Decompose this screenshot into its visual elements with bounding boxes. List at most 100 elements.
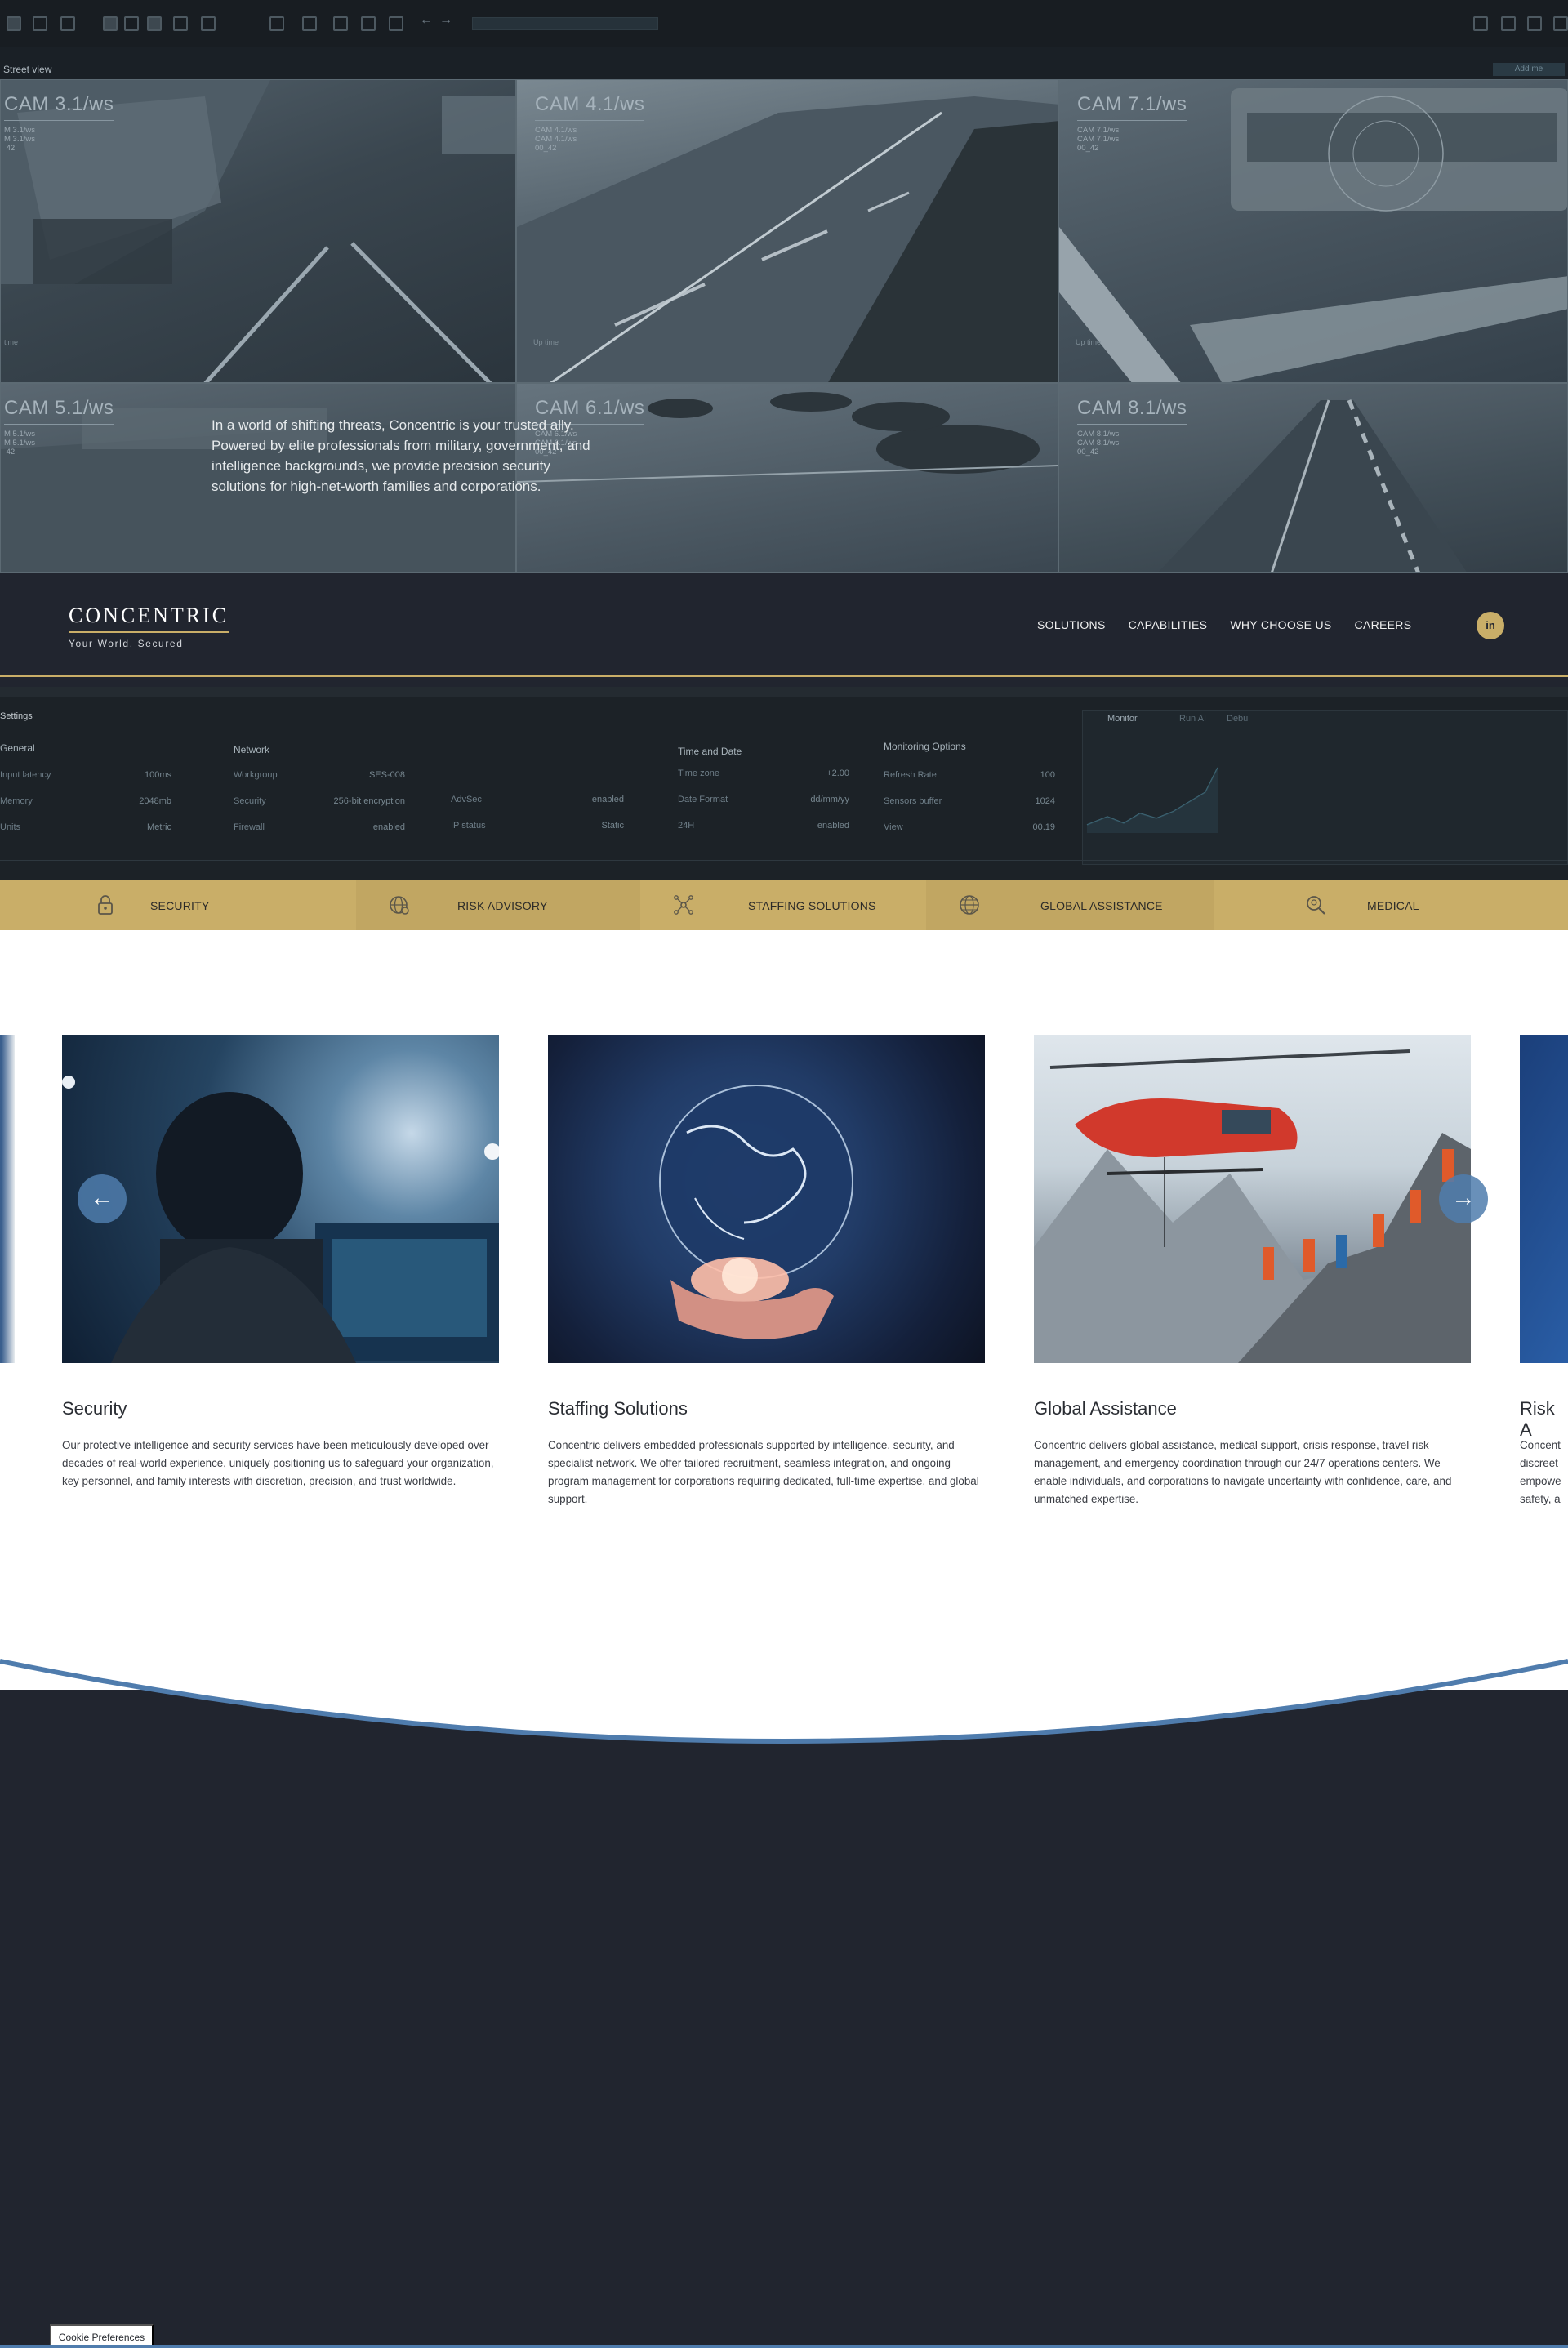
bottom-accent-line (0, 2345, 1568, 2348)
collapse-icon[interactable] (1553, 16, 1568, 31)
setting-value[interactable]: 256-bit encryption (310, 796, 405, 806)
camera-uptime: Up time (1076, 338, 1102, 346)
setting-value[interactable]: dd/mm/yy (760, 795, 849, 804)
setting-label: Workgroup (234, 770, 278, 780)
setting-value[interactable]: Metric (98, 822, 172, 832)
layout-icon[interactable] (60, 16, 75, 31)
setting-label: Date Format (678, 795, 728, 804)
camera-meta: CAM 4.1/ws CAM 4.1/ws 00_42 (535, 126, 577, 153)
camera-feed[interactable]: CAM 4.1/ws CAM 4.1/ws CAM 4.1/ws 00_42 U… (516, 79, 1058, 383)
nav-capabilities[interactable]: CAPABILITIES (1129, 618, 1208, 631)
carousel-next-button[interactable]: → (1439, 1174, 1488, 1223)
tab-global-assistance[interactable]: GLOBAL ASSISTANCE (926, 880, 1214, 930)
setting-value[interactable]: Static (539, 821, 624, 831)
tab-label: GLOBAL ASSISTANCE (1040, 899, 1163, 912)
setting-value[interactable]: enabled (539, 795, 624, 804)
upload-icon[interactable] (333, 16, 348, 31)
card-image[interactable] (1034, 1035, 1471, 1363)
operator-at-monitors-illustration (62, 1076, 499, 1363)
window-icon[interactable] (270, 16, 284, 31)
tab-security[interactable]: SECURITY (0, 880, 356, 930)
setting-label: Memory (0, 796, 33, 806)
services-carousel: or Security Our protective intelligence … (0, 930, 1568, 1690)
network-heading: Network (234, 744, 270, 755)
card-title[interactable]: Risk A (1520, 1398, 1568, 1441)
setting-label: Refresh Rate (884, 770, 937, 780)
export-icon[interactable] (1501, 16, 1516, 31)
globe-in-hand-illustration (659, 1085, 853, 1339)
tab-label: SECURITY (150, 899, 210, 912)
settings-label: Settings (0, 711, 33, 721)
cursor-icon[interactable] (201, 16, 216, 31)
disk-icon[interactable] (33, 16, 47, 31)
camera-toolbar: ← → (0, 0, 1568, 47)
timeline-bar[interactable] (472, 17, 658, 30)
tab-label: STAFFING SOLUTIONS (748, 899, 876, 912)
save-icon[interactable] (7, 16, 21, 31)
marker-icon[interactable] (389, 16, 403, 31)
setting-label: AdvSec (451, 795, 482, 804)
card-image[interactable] (0, 1035, 15, 1363)
nav-solutions[interactable]: SOLUTIONS (1037, 618, 1106, 631)
view-select[interactable]: Street view (3, 64, 51, 75)
camera-feed[interactable]: CAM 3.1/ws M 3.1/ws M 3.1/ws 42 time (0, 79, 516, 383)
nav-careers[interactable]: CAREERS (1355, 618, 1412, 631)
corner-icon[interactable] (361, 16, 376, 31)
camera-feed[interactable]: CAM 6.1/ws CAM 6.1/ws CAM 6.1/ws 00_42 (516, 383, 1058, 573)
setting-label: Security (234, 796, 266, 806)
carousel-prev-button[interactable]: ← (78, 1174, 127, 1223)
card-image[interactable] (1520, 1035, 1568, 1363)
card-title[interactable]: Staffing Solutions (548, 1398, 688, 1419)
tab-risk-advisory[interactable]: RISK ADVISORY (356, 880, 640, 930)
card-description: Concent discreet empowe safety, a (1520, 1439, 1561, 1505)
tab-label: MEDICAL (1367, 899, 1419, 912)
add-me-button[interactable]: Add me (1493, 63, 1565, 76)
play-icon[interactable] (103, 16, 118, 31)
camera-feed[interactable]: CAM 8.1/ws CAM 8.1/ws CAM 8.1/ws 00_42 (1058, 383, 1568, 573)
setting-value[interactable]: 1024 (972, 796, 1055, 806)
stop-icon[interactable] (147, 16, 162, 31)
nav-why-choose-us[interactable]: WHY CHOOSE US (1230, 618, 1331, 631)
globe-gear-icon (390, 896, 409, 915)
camera-title: CAM 8.1/ws (1077, 397, 1187, 425)
card-title[interactable]: Global Assistance (1034, 1398, 1177, 1419)
tab-staffing-solutions[interactable]: STAFFING SOLUTIONS (640, 880, 926, 930)
refresh-icon[interactable] (173, 16, 188, 31)
download-icon[interactable] (1473, 16, 1488, 31)
pause-icon[interactable] (124, 16, 139, 31)
setting-label: Time zone (678, 769, 719, 778)
back-arrow-icon[interactable]: ← (420, 13, 434, 28)
monitor-graph-panel: Monitor Run AI Debu (1082, 710, 1568, 865)
card-image[interactable] (62, 1035, 499, 1363)
linkedin-icon[interactable]: in (1477, 612, 1504, 639)
add-panel-icon[interactable] (1527, 16, 1542, 31)
setting-value[interactable]: +2.00 (760, 769, 849, 778)
camera-meta: M 3.1/ws M 3.1/ws 42 (4, 126, 36, 153)
panel-strip (0, 687, 1568, 697)
street-scene (1059, 88, 1567, 382)
forward-arrow-icon[interactable]: → (439, 13, 454, 28)
setting-value[interactable]: 100ms (98, 770, 172, 780)
street-scene (517, 96, 1058, 382)
network-icon (674, 895, 693, 915)
setting-value[interactable]: enabled (760, 821, 849, 831)
rescue-helicopter-illustration (1034, 1049, 1471, 1363)
camera-title: CAM 5.1/ws (4, 397, 114, 425)
monitoring-heading: Monitoring Options (884, 741, 966, 752)
setting-label: IP status (451, 821, 486, 831)
concentric-logo[interactable]: CONCENTRIC Your World, Secured (69, 604, 229, 649)
setting-value[interactable]: SES-008 (310, 770, 405, 780)
setting-value[interactable]: 00.19 (972, 822, 1055, 832)
card-description: Our protective intelligence and security… (62, 1439, 494, 1487)
card-description: Concentric delivers embedded professiona… (548, 1439, 979, 1505)
setting-value[interactable]: enabled (310, 822, 405, 832)
setting-label: Units (0, 822, 21, 832)
camera-feed[interactable]: CAM 7.1/ws CAM 7.1/ws CAM 7.1/ws 00_42 U… (1058, 79, 1568, 383)
tab-medical[interactable]: MEDICAL (1214, 880, 1568, 930)
setting-value[interactable]: 2048mb (98, 796, 172, 806)
copy-icon[interactable] (302, 16, 317, 31)
card-image[interactable] (548, 1035, 985, 1363)
setting-value[interactable]: 100 (972, 770, 1055, 780)
card-title[interactable]: Security (62, 1398, 127, 1419)
street-scene (1, 80, 515, 382)
